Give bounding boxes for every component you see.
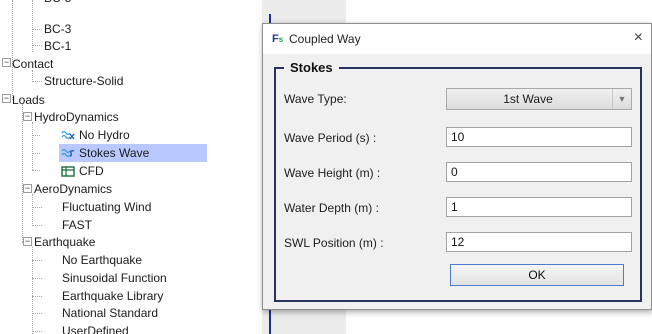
tree-item-label: CFD (79, 164, 104, 178)
tree-item-label: FAST (62, 218, 93, 232)
water-depth-input[interactable]: 1 (446, 197, 632, 217)
swl-position-label: SWL Position (m) : (284, 236, 384, 250)
tree-item-partial[interactable]: BC-5 (44, 0, 71, 7)
tree-item-label: Structure-Solid (44, 74, 124, 88)
tree-item-label: No Earthquake (62, 253, 143, 267)
tree-item-label: Stokes Wave (79, 146, 150, 160)
tree-item-label: Sinusoidal Function (62, 271, 167, 285)
tree-item-stokes-wave[interactable]: Stokes Wave (59, 144, 208, 162)
tree-item-label: Contact (12, 57, 54, 71)
swl-position-input[interactable]: 12 (446, 232, 632, 252)
coupled-way-dialog: Fs Coupled Way × Stokes Wave Type: 1st W… (262, 23, 652, 310)
water-depth-label: Water Depth (m) : (284, 201, 379, 215)
cfd-icon (61, 166, 75, 177)
group-title: Stokes (284, 60, 339, 75)
tree-item-hydrodynamics[interactable]: HydroDynamics (34, 108, 119, 126)
ok-button[interactable]: OK (450, 264, 624, 286)
wave-period-input[interactable]: 10 (446, 127, 632, 147)
wave-type-value: 1st Wave (503, 92, 553, 106)
wave-type-label: Wave Type: (284, 92, 347, 106)
dialog-titlebar[interactable]: Fs Coupled Way × (263, 24, 651, 54)
tree-item-no-hydro[interactable]: No Hydro (61, 126, 130, 144)
tree-item-label: Earthquake (34, 235, 96, 249)
tree-item-label: UserDefined (62, 324, 129, 334)
chevron-down-icon[interactable]: ▼ (612, 89, 631, 109)
collapse-icon[interactable]: − (2, 94, 11, 103)
tree-item-label: National Standard (62, 306, 159, 320)
tree-item-aerodynamics[interactable]: AeroDynamics (34, 180, 112, 198)
tree-item-label: BC-3 (44, 22, 72, 36)
tree-item-cfd[interactable]: CFD (61, 162, 104, 180)
tree-item-loads[interactable]: Loads (12, 91, 45, 109)
tree-item-label: HydroDynamics (34, 110, 119, 124)
stokes-group: Stokes Wave Type: 1st Wave ▼ Wave Period… (274, 60, 642, 302)
tree-item-bc-1[interactable]: BC-1 (44, 37, 71, 55)
tree-item-label: AeroDynamics (34, 182, 113, 196)
tree-item-earthquake[interactable]: Earthquake (34, 233, 95, 251)
tree-item-label: Fluctuating Wind (62, 200, 152, 214)
tree-item-no-earthquake[interactable]: No Earthquake (44, 251, 142, 269)
tree-item-fluctuating-wind[interactable]: Fluctuating Wind (44, 198, 151, 216)
collapse-icon[interactable]: − (23, 184, 32, 193)
wave-icon (61, 148, 75, 158)
tree-item-structure-solid[interactable]: Structure-Solid (44, 72, 123, 90)
collapse-icon[interactable]: − (2, 58, 11, 67)
tree-item-bc-3[interactable]: BC-3 (44, 20, 71, 38)
tree-item-label: BC-1 (44, 39, 72, 53)
app-icon: Fs (272, 33, 284, 45)
tree-item-userdefined[interactable]: UserDefined (44, 322, 129, 334)
close-icon[interactable]: × (634, 29, 643, 47)
wave-height-label: Wave Height (m) : (284, 166, 381, 180)
tree-item-label: Loads (12, 93, 45, 107)
wave-icon (61, 130, 75, 140)
collapse-icon[interactable]: − (23, 112, 32, 121)
collapse-icon[interactable]: − (23, 237, 32, 246)
wave-type-select[interactable]: 1st Wave ▼ (446, 88, 632, 110)
tree-item-national-standard[interactable]: National Standard (44, 304, 158, 322)
wave-height-input[interactable]: 0 (446, 162, 632, 182)
tree-item-label: No Hydro (79, 128, 130, 142)
tree-item-label: Earthquake Library (62, 289, 164, 303)
tree-item-earthquake-library[interactable]: Earthquake Library (44, 287, 163, 305)
tree-item-sinusoidal-function[interactable]: Sinusoidal Function (44, 269, 167, 287)
dialog-title: Coupled Way (289, 32, 361, 46)
tree-item-contact[interactable]: Contact (12, 55, 53, 73)
model-tree: BC-5 BC-3 BC-1 − Contact Structure-Solid… (0, 0, 262, 334)
tree-item-fast[interactable]: FAST (44, 216, 92, 234)
wave-period-label: Wave Period (s) : (284, 131, 377, 145)
